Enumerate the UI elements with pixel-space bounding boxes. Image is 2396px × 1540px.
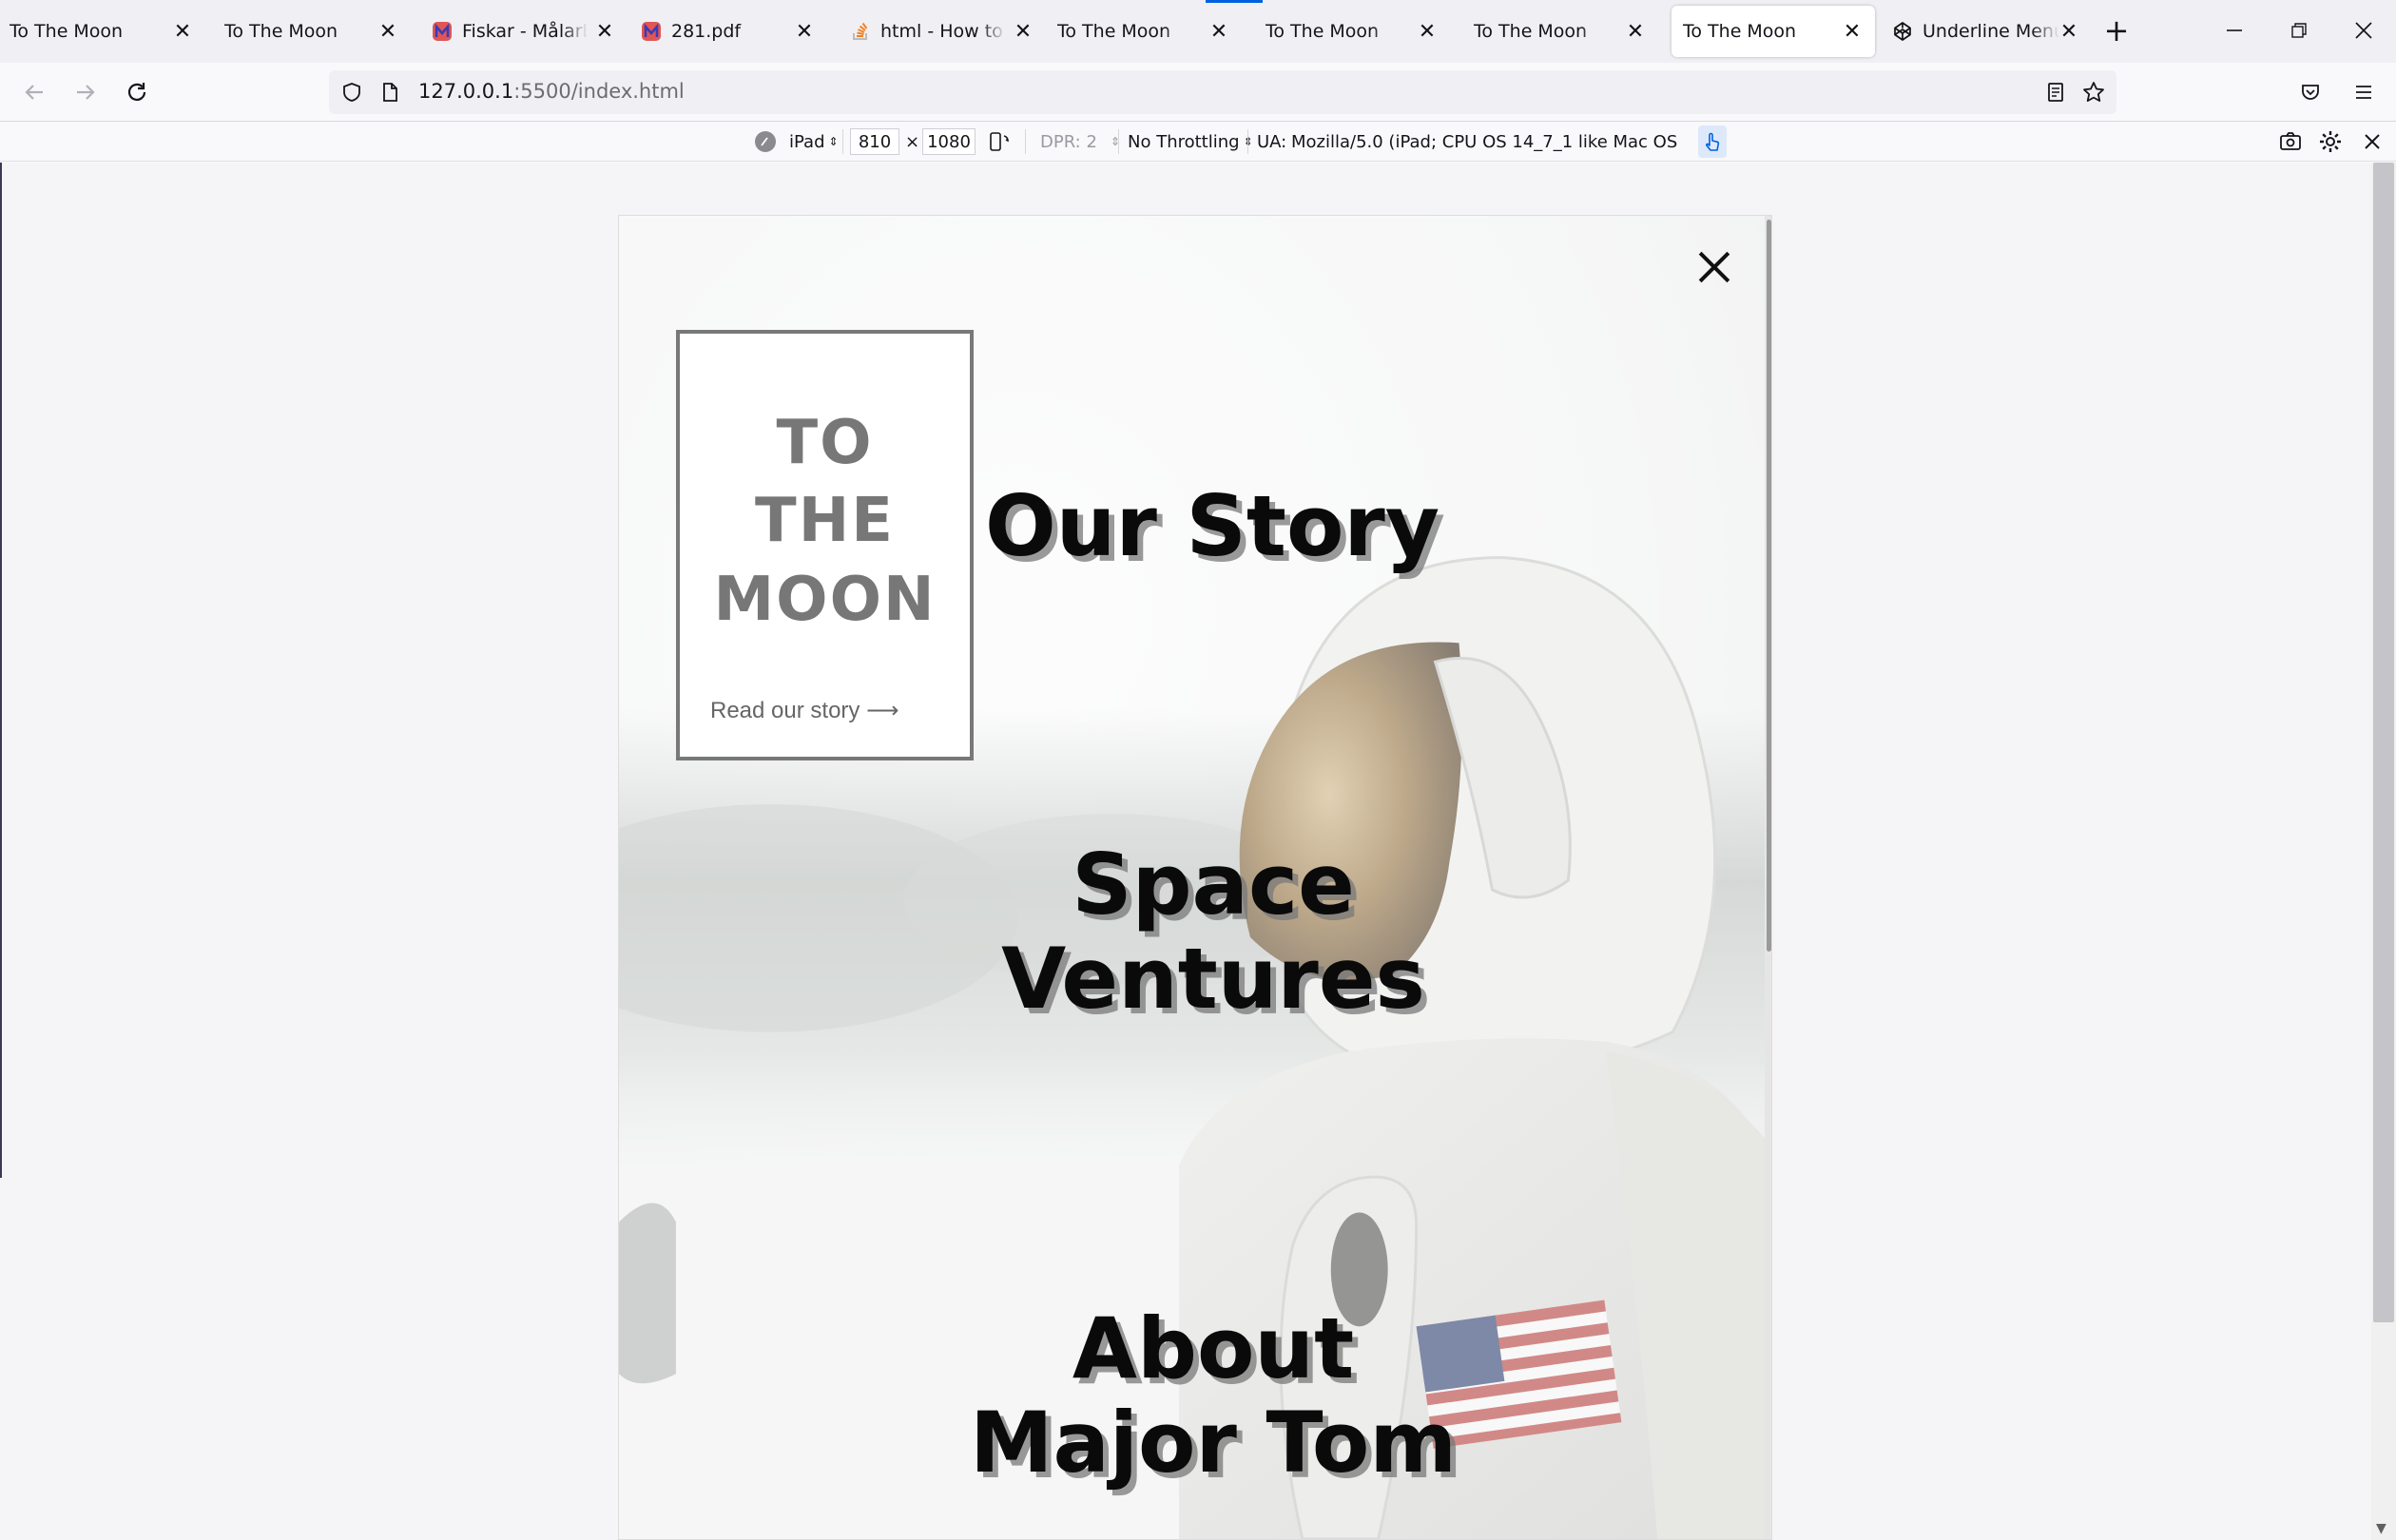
bookmark-star-icon[interactable] <box>2080 79 2107 106</box>
device-name: iPad <box>789 131 825 152</box>
browser-scrollbar[interactable]: ▼ <box>2371 163 2396 1540</box>
tab[interactable]: Fiskar - Målarbild ✕ <box>432 6 614 57</box>
tab[interactable]: To The Moon ✕ <box>224 6 411 57</box>
menu-link-label: Space <box>1072 836 1355 934</box>
forward-icon[interactable] <box>68 75 103 109</box>
dpr-selector[interactable]: DPR: 2 ⇕ <box>1040 122 1120 162</box>
user-agent-input[interactable]: Mozilla/5.0 (iPad; CPU OS 14_7_1 like Ma… <box>1285 128 1677 155</box>
tab-title: Underline Menu Ix <box>1923 21 2059 42</box>
menu-link-label: Major Tom <box>969 1393 1458 1492</box>
menu-link-label: About <box>1072 1299 1355 1397</box>
reload-icon[interactable] <box>120 75 154 109</box>
shield-icon[interactable] <box>338 79 365 106</box>
rotate-icon[interactable] <box>987 122 1012 162</box>
menu-link-label: Our Story <box>985 477 1440 575</box>
tab[interactable]: To The Moon ✕ <box>10 6 205 57</box>
ua-label: UA: <box>1257 131 1287 152</box>
dimension-times: × <box>905 131 920 152</box>
tab[interactable]: To The Moon ✕ <box>1057 6 1242 57</box>
close-icon[interactable]: ✕ <box>169 18 196 45</box>
menu-link-label: Ventures <box>1001 929 1425 1028</box>
stackoverflow-icon <box>850 21 871 42</box>
device-selector[interactable]: iPad ⇕ <box>789 122 839 162</box>
touch-simulation-icon[interactable] <box>1698 125 1727 158</box>
dpr-label: DPR: 2 <box>1040 131 1097 152</box>
close-icon[interactable]: ✕ <box>1010 18 1036 45</box>
codepen-icon <box>1892 21 1913 42</box>
separator <box>842 129 843 154</box>
close-icon[interactable]: ✕ <box>591 18 618 45</box>
screenshot-icon[interactable] <box>2278 122 2303 162</box>
tab-title: To The Moon <box>1474 21 1588 42</box>
throttling-label: No Throttling <box>1128 131 1240 152</box>
throttling-selector[interactable]: No Throttling ⇕ <box>1128 122 1253 162</box>
menu-link-space-ventures[interactable]: Space Ventures <box>866 836 1560 1028</box>
viewport-width-input[interactable]: 810 <box>850 128 899 155</box>
tab-title: Fiskar - Målarbild <box>462 21 588 42</box>
navigation-bar: 127.0.0.1:5500/index.html <box>0 63 2396 122</box>
scroll-down-arrow-icon[interactable]: ▼ <box>2376 1521 2386 1536</box>
responsive-design-toolbar: iPad ⇕ 810 × 1080 DPR: 2 ⇕ No Throttling… <box>0 122 2396 162</box>
url-text[interactable]: 127.0.0.1:5500/index.html <box>418 80 685 103</box>
menu-link-about-major-tom[interactable]: About Major Tom <box>819 1299 1608 1492</box>
tab-indicator <box>1206 0 1263 3</box>
window-edge <box>0 163 2 1178</box>
tab[interactable]: html - How to use ✕ <box>850 6 1032 57</box>
tab-title: To The Moon <box>1266 21 1380 42</box>
close-icon[interactable]: ✕ <box>1206 18 1232 45</box>
select-arrows-icon: ⇕ <box>828 135 839 148</box>
tab[interactable]: To The Moon ✕ <box>1266 6 1450 57</box>
restore-icon[interactable] <box>2282 13 2316 48</box>
tab-active[interactable]: To The Moon ✕ <box>1671 6 1875 57</box>
url-host: 127.0.0.1 <box>418 80 514 103</box>
new-tab-button[interactable]: + <box>2099 12 2134 48</box>
tab-title: To The Moon <box>1057 21 1171 42</box>
separator <box>1025 129 1026 154</box>
pocket-icon[interactable] <box>2293 75 2328 109</box>
read-our-story-link[interactable]: Read our story ⟶ <box>710 697 898 724</box>
close-rdm-icon[interactable] <box>2362 122 2383 162</box>
menu-hamburger-icon[interactable] <box>2347 75 2381 109</box>
tab[interactable]: To The Moon ✕ <box>1474 6 1658 57</box>
close-icon[interactable]: ✕ <box>1414 18 1440 45</box>
device-viewport[interactable]: TO THE MOON Read our story ⟶ Our Story S… <box>618 215 1772 1540</box>
viewport-height-input[interactable]: 1080 <box>922 128 976 155</box>
tab-title: html - How to use <box>880 21 1006 42</box>
brand-card: TO THE MOON Read our story ⟶ <box>676 330 974 760</box>
brand-line-3: MOON <box>713 565 937 635</box>
reader-view-icon[interactable] <box>2042 79 2069 106</box>
tab[interactable]: Underline Menu Ix ✕ <box>1892 6 2078 57</box>
page-icon[interactable] <box>377 79 403 106</box>
close-icon[interactable]: ✕ <box>2056 18 2082 45</box>
window-close-icon[interactable] <box>2347 13 2381 48</box>
tab-title: To The Moon <box>10 21 124 42</box>
scrollbar-thumb[interactable] <box>1767 220 1771 952</box>
close-icon[interactable]: ✕ <box>1839 18 1865 45</box>
close-menu-icon[interactable] <box>1697 250 1731 284</box>
tab[interactable]: 281.pdf ✕ <box>641 6 827 57</box>
m-logo-icon <box>432 21 453 42</box>
scrollbar-thumb[interactable] <box>2373 163 2394 1322</box>
settings-gear-icon[interactable] <box>2318 122 2343 162</box>
separator <box>1118 129 1119 154</box>
close-icon[interactable]: ✕ <box>1622 18 1649 45</box>
tab-strip: To The Moon ✕ To The Moon ✕ Fiskar - Mål… <box>0 0 2396 63</box>
url-bar[interactable]: 127.0.0.1:5500/index.html <box>329 70 2116 114</box>
device-icon <box>753 122 778 162</box>
close-icon[interactable]: ✕ <box>375 18 401 45</box>
m-logo-icon <box>641 21 662 42</box>
page-scrollbar[interactable] <box>1765 216 1771 1539</box>
url-path: :5500/index.html <box>513 80 685 103</box>
tab-title: To The Moon <box>1683 21 1797 42</box>
tab-title: To The Moon <box>224 21 338 42</box>
brand-line-2: THE <box>755 486 895 556</box>
back-icon[interactable] <box>17 75 51 109</box>
separator <box>1247 129 1248 154</box>
menu-link-our-story[interactable]: Our Story <box>985 479 1440 574</box>
minimize-icon[interactable] <box>2217 13 2251 48</box>
tab-title: 281.pdf <box>671 21 742 42</box>
brand-line-1: TO <box>776 408 874 478</box>
close-icon[interactable]: ✕ <box>791 18 818 45</box>
